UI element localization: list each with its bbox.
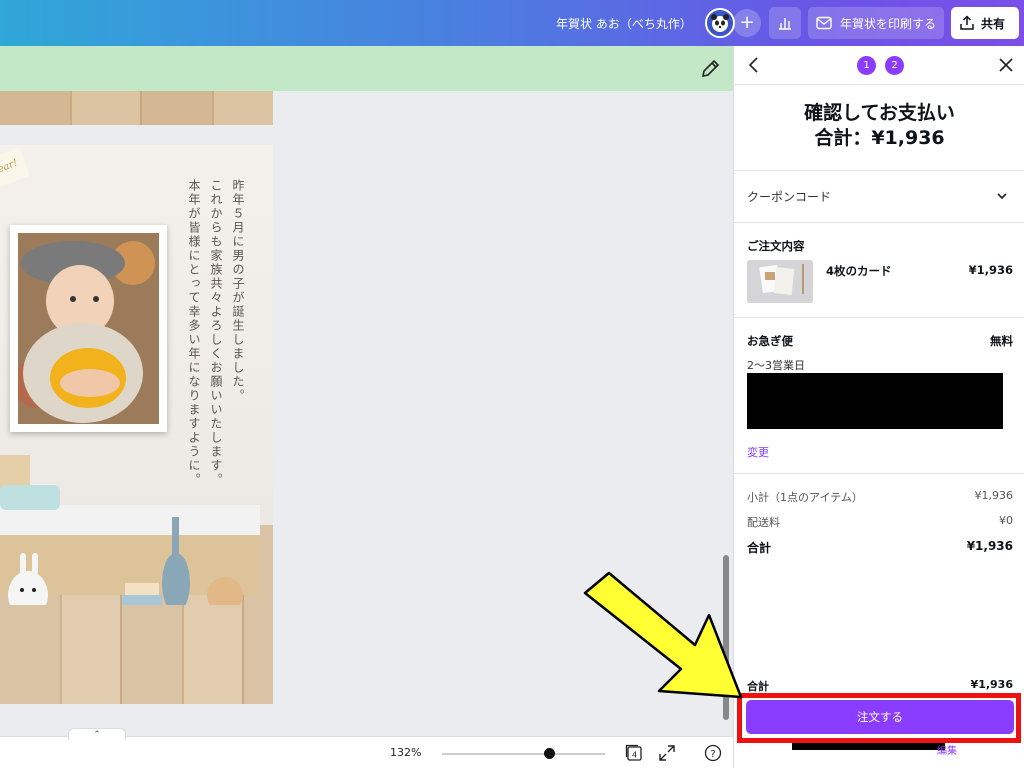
divider bbox=[734, 222, 1024, 223]
divider bbox=[734, 170, 1024, 171]
help-glyph: ? bbox=[710, 749, 715, 760]
divider bbox=[734, 317, 1024, 318]
baby-photo-frame[interactable] bbox=[10, 225, 167, 432]
subtotal-label: 小計（1点のアイテム） bbox=[747, 491, 863, 504]
message-line-1[interactable]: 昨年５月に男の子が誕生しました。 bbox=[230, 179, 247, 403]
document-title[interactable]: 年賀状 あお（べち丸作） bbox=[556, 15, 692, 32]
card-stack-illustration bbox=[747, 260, 813, 303]
zoom-slider[interactable] bbox=[442, 753, 605, 755]
step-indicator-2: 2 bbox=[885, 56, 904, 75]
delivery-fee-value: ¥0 bbox=[999, 514, 1013, 527]
avatar[interactable] bbox=[705, 8, 735, 38]
chevron-up-icon: ⌃ bbox=[93, 730, 101, 740]
shipping-price: 無料 bbox=[990, 334, 1013, 348]
baby-photo bbox=[18, 233, 159, 424]
page-count: 4 bbox=[632, 751, 637, 760]
zoom-level[interactable]: 132% bbox=[390, 746, 421, 759]
subtotal-value: ¥1,936 bbox=[974, 489, 1014, 502]
page-count-button[interactable]: 4 bbox=[625, 744, 643, 762]
fullscreen-icon[interactable] bbox=[658, 744, 676, 762]
invite-plus-button[interactable]: + bbox=[733, 9, 761, 37]
item-name: 4枚のカード bbox=[826, 264, 892, 278]
show-pages-toggle[interactable]: ⌃ bbox=[68, 728, 126, 740]
print-button-label: 年賀状を印刷する bbox=[840, 16, 937, 31]
previous-page-preview[interactable] bbox=[0, 91, 273, 125]
total-value: ¥1,936 bbox=[966, 539, 1013, 553]
panel-title: 確認してお支払い bbox=[804, 102, 955, 124]
top-bar: 年賀状 あお（べち丸作） + 年賀状を印刷する 共有 bbox=[0, 0, 1024, 46]
share-button[interactable]: 共有 bbox=[951, 7, 1019, 39]
redacted-terms-text bbox=[792, 743, 945, 750]
zoom-slider-handle[interactable] bbox=[544, 748, 556, 759]
page-toolbar bbox=[0, 46, 733, 91]
change-address-link[interactable]: 変更 bbox=[747, 444, 769, 460]
redacted-address bbox=[747, 373, 1003, 429]
panda-icon bbox=[711, 14, 729, 32]
back-chevron-icon[interactable] bbox=[746, 56, 762, 74]
terms-edit-link[interactable]: 編集 bbox=[937, 742, 957, 757]
place-order-button[interactable]: 注文する bbox=[746, 700, 1014, 734]
message-line-3[interactable]: 本年が皆様にとって幸多い年になりますように。 bbox=[186, 179, 203, 487]
panel-total-heading: 合計：¥1,936 bbox=[814, 127, 945, 149]
pointer-arrow-annotation bbox=[583, 571, 743, 699]
bottom-bar: ⌃ 132% 4 ? bbox=[0, 728, 733, 768]
message-line-2[interactable]: これからも家族共々よろしくお願いいたします。 bbox=[208, 179, 225, 487]
greeting-card-page[interactable]: ear! 昨年５月に男の子が誕生しました。 これからも家族共々よろしくお願いいた… bbox=[0, 145, 273, 704]
print-greeting-cards-button[interactable]: 年賀状を印刷する bbox=[808, 7, 944, 39]
baby-photo-illustration bbox=[18, 233, 159, 424]
share-button-label: 共有 bbox=[981, 16, 1006, 31]
shipping-method-label: お急ぎ便 bbox=[747, 334, 793, 348]
chevron-down-icon[interactable] bbox=[996, 190, 1008, 202]
bar-chart-icon bbox=[779, 18, 791, 30]
nursery-illustration bbox=[0, 455, 260, 605]
order-details-heading: ご注文内容 bbox=[747, 239, 805, 253]
item-price: ¥1,936 bbox=[968, 263, 1013, 277]
envelope-icon bbox=[816, 16, 832, 30]
coupon-code-label[interactable]: クーポンコード bbox=[747, 188, 831, 205]
divider bbox=[734, 84, 1024, 85]
shipping-days: 2〜3営業日 bbox=[747, 359, 805, 372]
pencil-icon[interactable] bbox=[699, 58, 721, 80]
upload-share-icon bbox=[960, 15, 974, 30]
step-indicator-1: 1 bbox=[857, 56, 876, 75]
total-label: 合計 bbox=[747, 541, 772, 555]
help-icon[interactable]: ? bbox=[704, 744, 722, 762]
delivery-fee-label: 配送料 bbox=[747, 516, 780, 529]
checkout-panel: 1 2 確認してお支払い 合計：¥1,936 クーポンコード ご注文内容 4枚の… bbox=[733, 46, 1024, 768]
footer-total-value: ¥1,936 bbox=[970, 678, 1013, 691]
product-thumbnail bbox=[747, 260, 813, 303]
divider bbox=[734, 473, 1024, 474]
close-icon[interactable] bbox=[998, 57, 1014, 73]
footer-total-label: 合計 bbox=[747, 680, 769, 693]
insights-button[interactable] bbox=[769, 7, 801, 39]
